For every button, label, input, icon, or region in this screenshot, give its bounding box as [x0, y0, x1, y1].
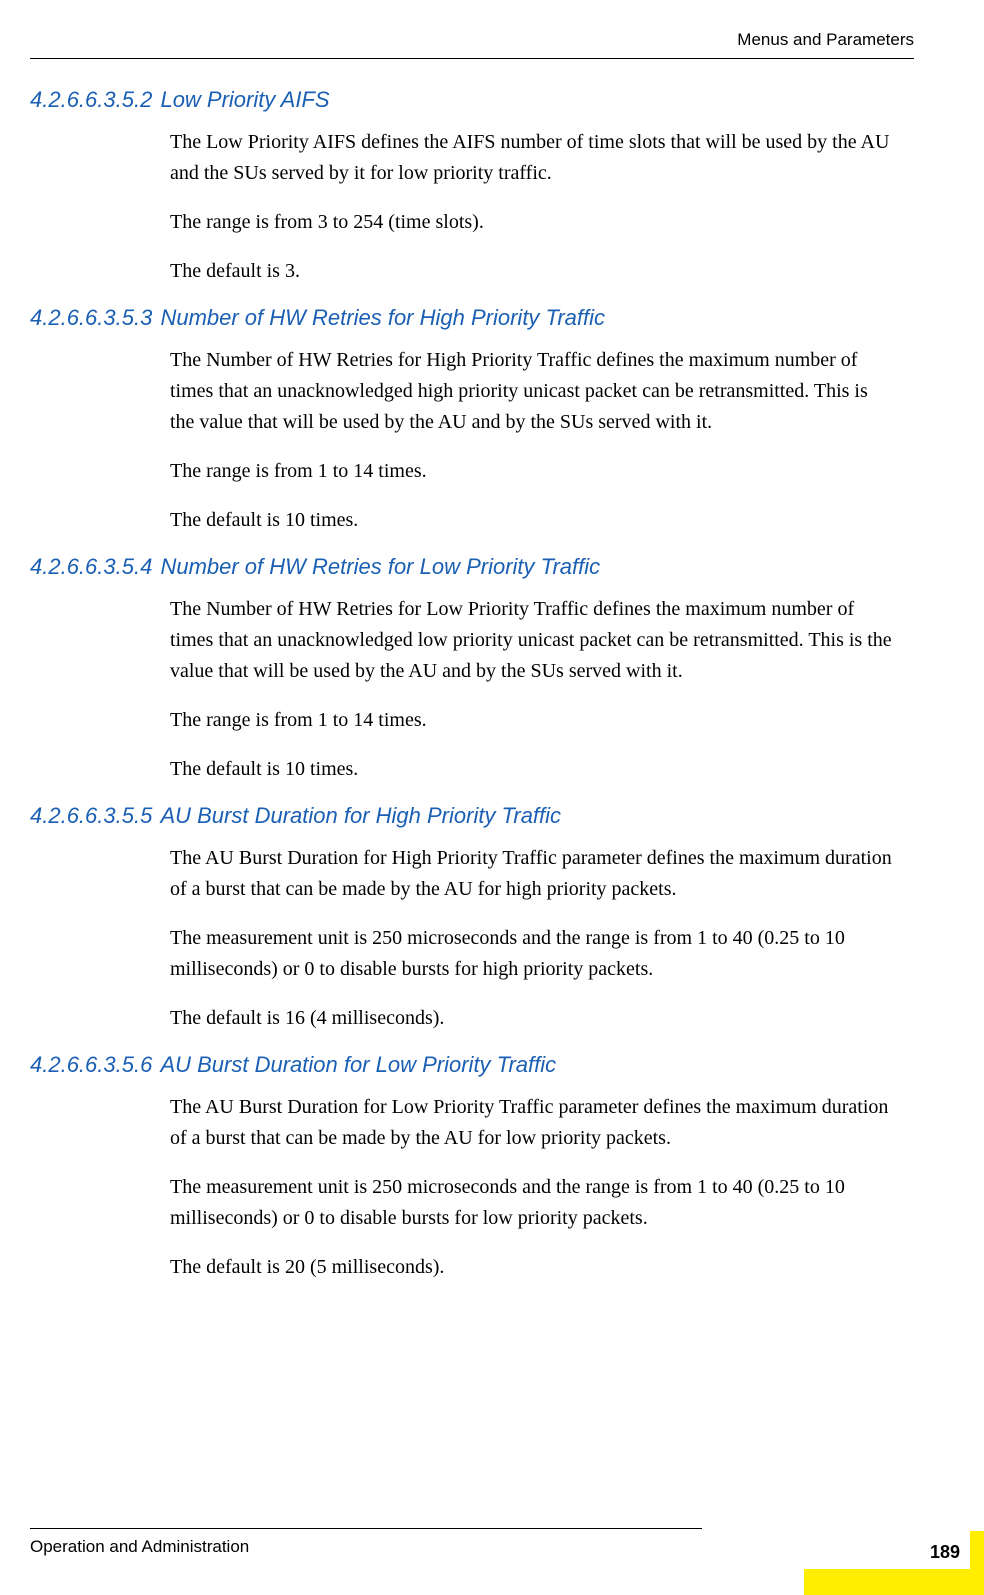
section-content: The AU Burst Duration for Low Priority T… [170, 1092, 894, 1283]
body-paragraph: The AU Burst Duration for Low Priority T… [170, 1092, 894, 1154]
body-paragraph: The default is 10 times. [170, 505, 894, 536]
section-title: AU Burst Duration for High Priority Traf… [160, 803, 561, 829]
body-paragraph: The Low Priority AIFS defines the AIFS n… [170, 127, 894, 189]
section-heading-hw-retries-high: 4.2.6.6.3.5.3 Number of HW Retries for H… [30, 305, 914, 331]
body-paragraph: The range is from 3 to 254 (time slots). [170, 207, 894, 238]
section-title: Low Priority AIFS [160, 87, 329, 113]
section-content: The AU Burst Duration for High Priority … [170, 843, 894, 1034]
body-paragraph: The Number of HW Retries for High Priori… [170, 345, 894, 438]
page-number-accent [970, 1531, 984, 1569]
page-container: Menus and Parameters 4.2.6.6.3.5.2 Low P… [0, 0, 984, 1595]
footer-rule [30, 1528, 702, 1529]
body-paragraph: The default is 10 times. [170, 754, 894, 785]
body-paragraph: The range is from 1 to 14 times. [170, 456, 894, 487]
body-paragraph: The default is 3. [170, 256, 894, 287]
section-title: AU Burst Duration for Low Priority Traff… [160, 1052, 556, 1078]
body-paragraph: The Number of HW Retries for Low Priorit… [170, 594, 894, 687]
section-title: Number of HW Retries for Low Priority Tr… [160, 554, 600, 580]
page-number-bar [804, 1569, 984, 1595]
section-number: 4.2.6.6.3.5.6 [30, 1052, 152, 1078]
header-rule [30, 58, 914, 59]
footer-section: Operation and Administration [30, 1528, 914, 1557]
section-heading-au-burst-high: 4.2.6.6.3.5.5 AU Burst Duration for High… [30, 803, 914, 829]
section-content: The Number of HW Retries for High Priori… [170, 345, 894, 536]
body-paragraph: The measurement unit is 250 microseconds… [170, 1172, 894, 1234]
section-number: 4.2.6.6.3.5.5 [30, 803, 152, 829]
body-paragraph: The range is from 1 to 14 times. [170, 705, 894, 736]
body-paragraph: The AU Burst Duration for High Priority … [170, 843, 894, 905]
page-number: 189 [930, 1542, 960, 1563]
footer-doc-title: Operation and Administration [30, 1537, 914, 1557]
section-title: Number of HW Retries for High Priority T… [160, 305, 605, 331]
body-paragraph: The default is 20 (5 milliseconds). [170, 1252, 894, 1283]
section-number: 4.2.6.6.3.5.3 [30, 305, 152, 331]
section-number: 4.2.6.6.3.5.2 [30, 87, 152, 113]
section-number: 4.2.6.6.3.5.4 [30, 554, 152, 580]
body-paragraph: The default is 16 (4 milliseconds). [170, 1003, 894, 1034]
section-heading-hw-retries-low: 4.2.6.6.3.5.4 Number of HW Retries for L… [30, 554, 914, 580]
header-chapter-title: Menus and Parameters [30, 30, 914, 50]
page-number-block: 189 [804, 1531, 984, 1595]
section-content: The Low Priority AIFS defines the AIFS n… [170, 127, 894, 287]
section-heading-low-priority-aifs: 4.2.6.6.3.5.2 Low Priority AIFS [30, 87, 914, 113]
section-heading-au-burst-low: 4.2.6.6.3.5.6 AU Burst Duration for Low … [30, 1052, 914, 1078]
section-content: The Number of HW Retries for Low Priorit… [170, 594, 894, 785]
body-paragraph: The measurement unit is 250 microseconds… [170, 923, 894, 985]
